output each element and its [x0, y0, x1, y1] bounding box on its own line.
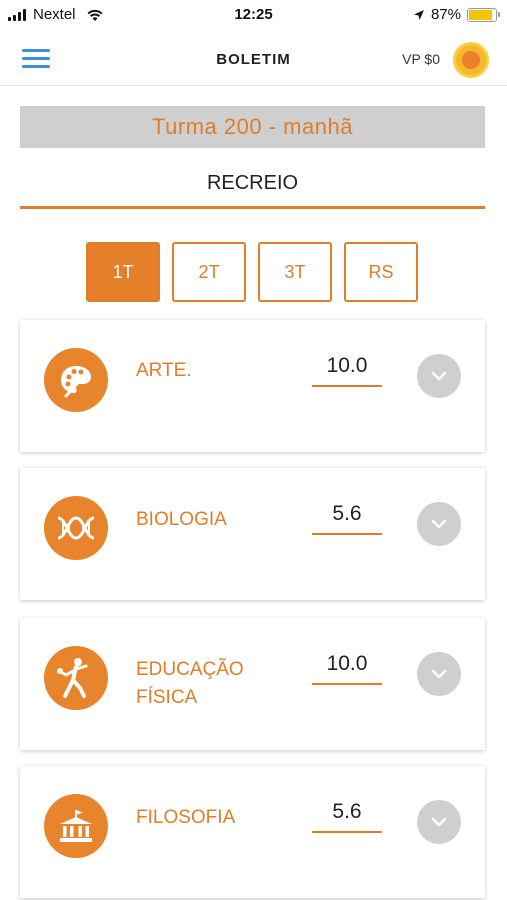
dna-icon	[44, 496, 108, 560]
battery-percent: 87%	[430, 6, 461, 23]
class-banner: Turma 200 - manhã	[20, 106, 485, 148]
subject-grade: 5.6	[332, 502, 362, 525]
location-arrow-icon	[413, 9, 424, 20]
app-header: BOLETIM VP $0	[0, 34, 507, 86]
discus-thrower-icon	[44, 646, 108, 710]
subject-grade: 10.0	[326, 652, 368, 675]
grade-underline	[312, 683, 382, 685]
status-right: 87%	[413, 6, 500, 23]
temple-icon	[44, 794, 108, 858]
tab-rs[interactable]: RS	[344, 242, 418, 302]
chevron-down-icon[interactable]	[417, 354, 461, 398]
chevron-down-icon[interactable]	[417, 502, 461, 546]
vp-balance: VP $0	[402, 51, 440, 67]
coin-icon[interactable]	[453, 42, 489, 78]
subject-name: BIOLOGIA	[136, 509, 227, 530]
subject-name-line2: FÍSICA	[136, 687, 198, 708]
tab-1t[interactable]: 1T	[86, 242, 160, 302]
subject-card-arte: ARTE. 10.0	[20, 320, 485, 452]
subject-grade: 5.6	[332, 800, 362, 823]
battery-icon	[467, 7, 500, 22]
grade-underline	[312, 385, 382, 387]
subject-name: FILOSOFIA	[136, 807, 236, 828]
grade-underline	[312, 831, 382, 833]
section-title: RECREIO	[206, 172, 299, 194]
subject-name-line1: EDUCAÇÃO	[136, 659, 244, 680]
chevron-down-icon[interactable]	[417, 652, 461, 696]
term-tabs: 1T 2T 3T RS	[86, 242, 418, 302]
palette-icon	[44, 348, 108, 412]
chevron-down-icon[interactable]	[417, 800, 461, 844]
subject-name: ARTE.	[136, 360, 192, 381]
grade-underline	[312, 533, 382, 535]
tab-2t[interactable]: 2T	[172, 242, 246, 302]
subject-grade: 10.0	[326, 354, 368, 377]
subject-card-biologia: BIOLOGIA 5.6	[20, 468, 485, 600]
tab-3t[interactable]: 3T	[258, 242, 332, 302]
status-bar: Nextel 12:25 87%	[0, 0, 507, 34]
section-divider	[20, 206, 485, 209]
subject-card-filosofia: FILOSOFIA 5.6	[20, 766, 485, 898]
subject-card-educacao-fisica: EDUCAÇÃO FÍSICA 10.0	[20, 618, 485, 750]
